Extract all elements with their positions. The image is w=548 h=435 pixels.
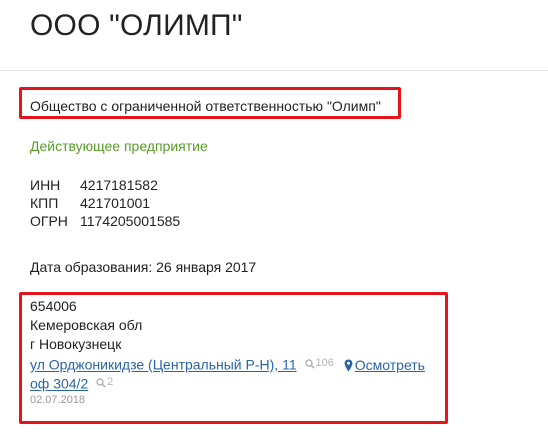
kpp-value: 421701001 bbox=[80, 195, 151, 211]
magnifier-icon bbox=[304, 358, 315, 369]
office-search-count-value: 2 bbox=[107, 376, 114, 388]
street-link[interactable]: ул Орджоникидзе (Центральный Р-Н), 11 bbox=[30, 357, 297, 373]
office-search-count[interactable]: 2 bbox=[96, 373, 113, 392]
kpp-row: КПП 421701001 bbox=[30, 195, 180, 213]
street-search-count-value: 106 bbox=[315, 357, 334, 369]
ogrn-row: ОГРН 1174205001585 bbox=[30, 213, 180, 231]
address-region: Кемеровская обл bbox=[30, 317, 143, 333]
map-pin-icon bbox=[344, 359, 353, 371]
magnifier-icon bbox=[96, 377, 106, 388]
office-link[interactable]: оф 304/2 bbox=[30, 376, 88, 392]
street-search-count[interactable]: 106 bbox=[304, 354, 334, 373]
company-address: 654006 Кемеровская обл г Новокузнецк ул … bbox=[30, 297, 440, 408]
address-postcode: 654006 bbox=[30, 298, 77, 314]
company-card: ООО "ОЛИМП" Общество с ограниченной отве… bbox=[0, 0, 548, 435]
company-codes: ИНН 4217181582 КПП 421701001 ОГРН 117420… bbox=[30, 177, 180, 231]
inn-label: ИНН bbox=[30, 177, 61, 193]
inn-row: ИНН 4217181582 bbox=[30, 177, 180, 195]
inn-value: 4217181582 bbox=[80, 177, 158, 193]
kpp-label: КПП bbox=[30, 195, 59, 211]
company-status: Действующее предприятие bbox=[30, 138, 208, 154]
address-city: г Новокузнецк bbox=[30, 336, 122, 352]
ogrn-value: 1174205001585 bbox=[80, 213, 181, 229]
registration-date: Дата образования: 26 января 2017 bbox=[30, 259, 257, 275]
view-location-label: Осмотреть bbox=[354, 356, 425, 373]
page-header: ООО "ОЛИМП" bbox=[0, 0, 548, 71]
company-full-name: Общество с ограниченной ответственностью… bbox=[30, 98, 381, 114]
page-title: ООО "ОЛИМП" bbox=[30, 9, 243, 42]
address-street-line: ул Орджоникидзе (Центральный Р-Н), 11 10… bbox=[30, 354, 440, 373]
address-update-date: 02.07.2018 bbox=[30, 394, 86, 406]
view-location-link[interactable]: Осмотреть bbox=[344, 357, 425, 373]
ogrn-label: ОГРН bbox=[30, 213, 68, 229]
address-office-line: оф 304/2 2 bbox=[30, 373, 440, 392]
